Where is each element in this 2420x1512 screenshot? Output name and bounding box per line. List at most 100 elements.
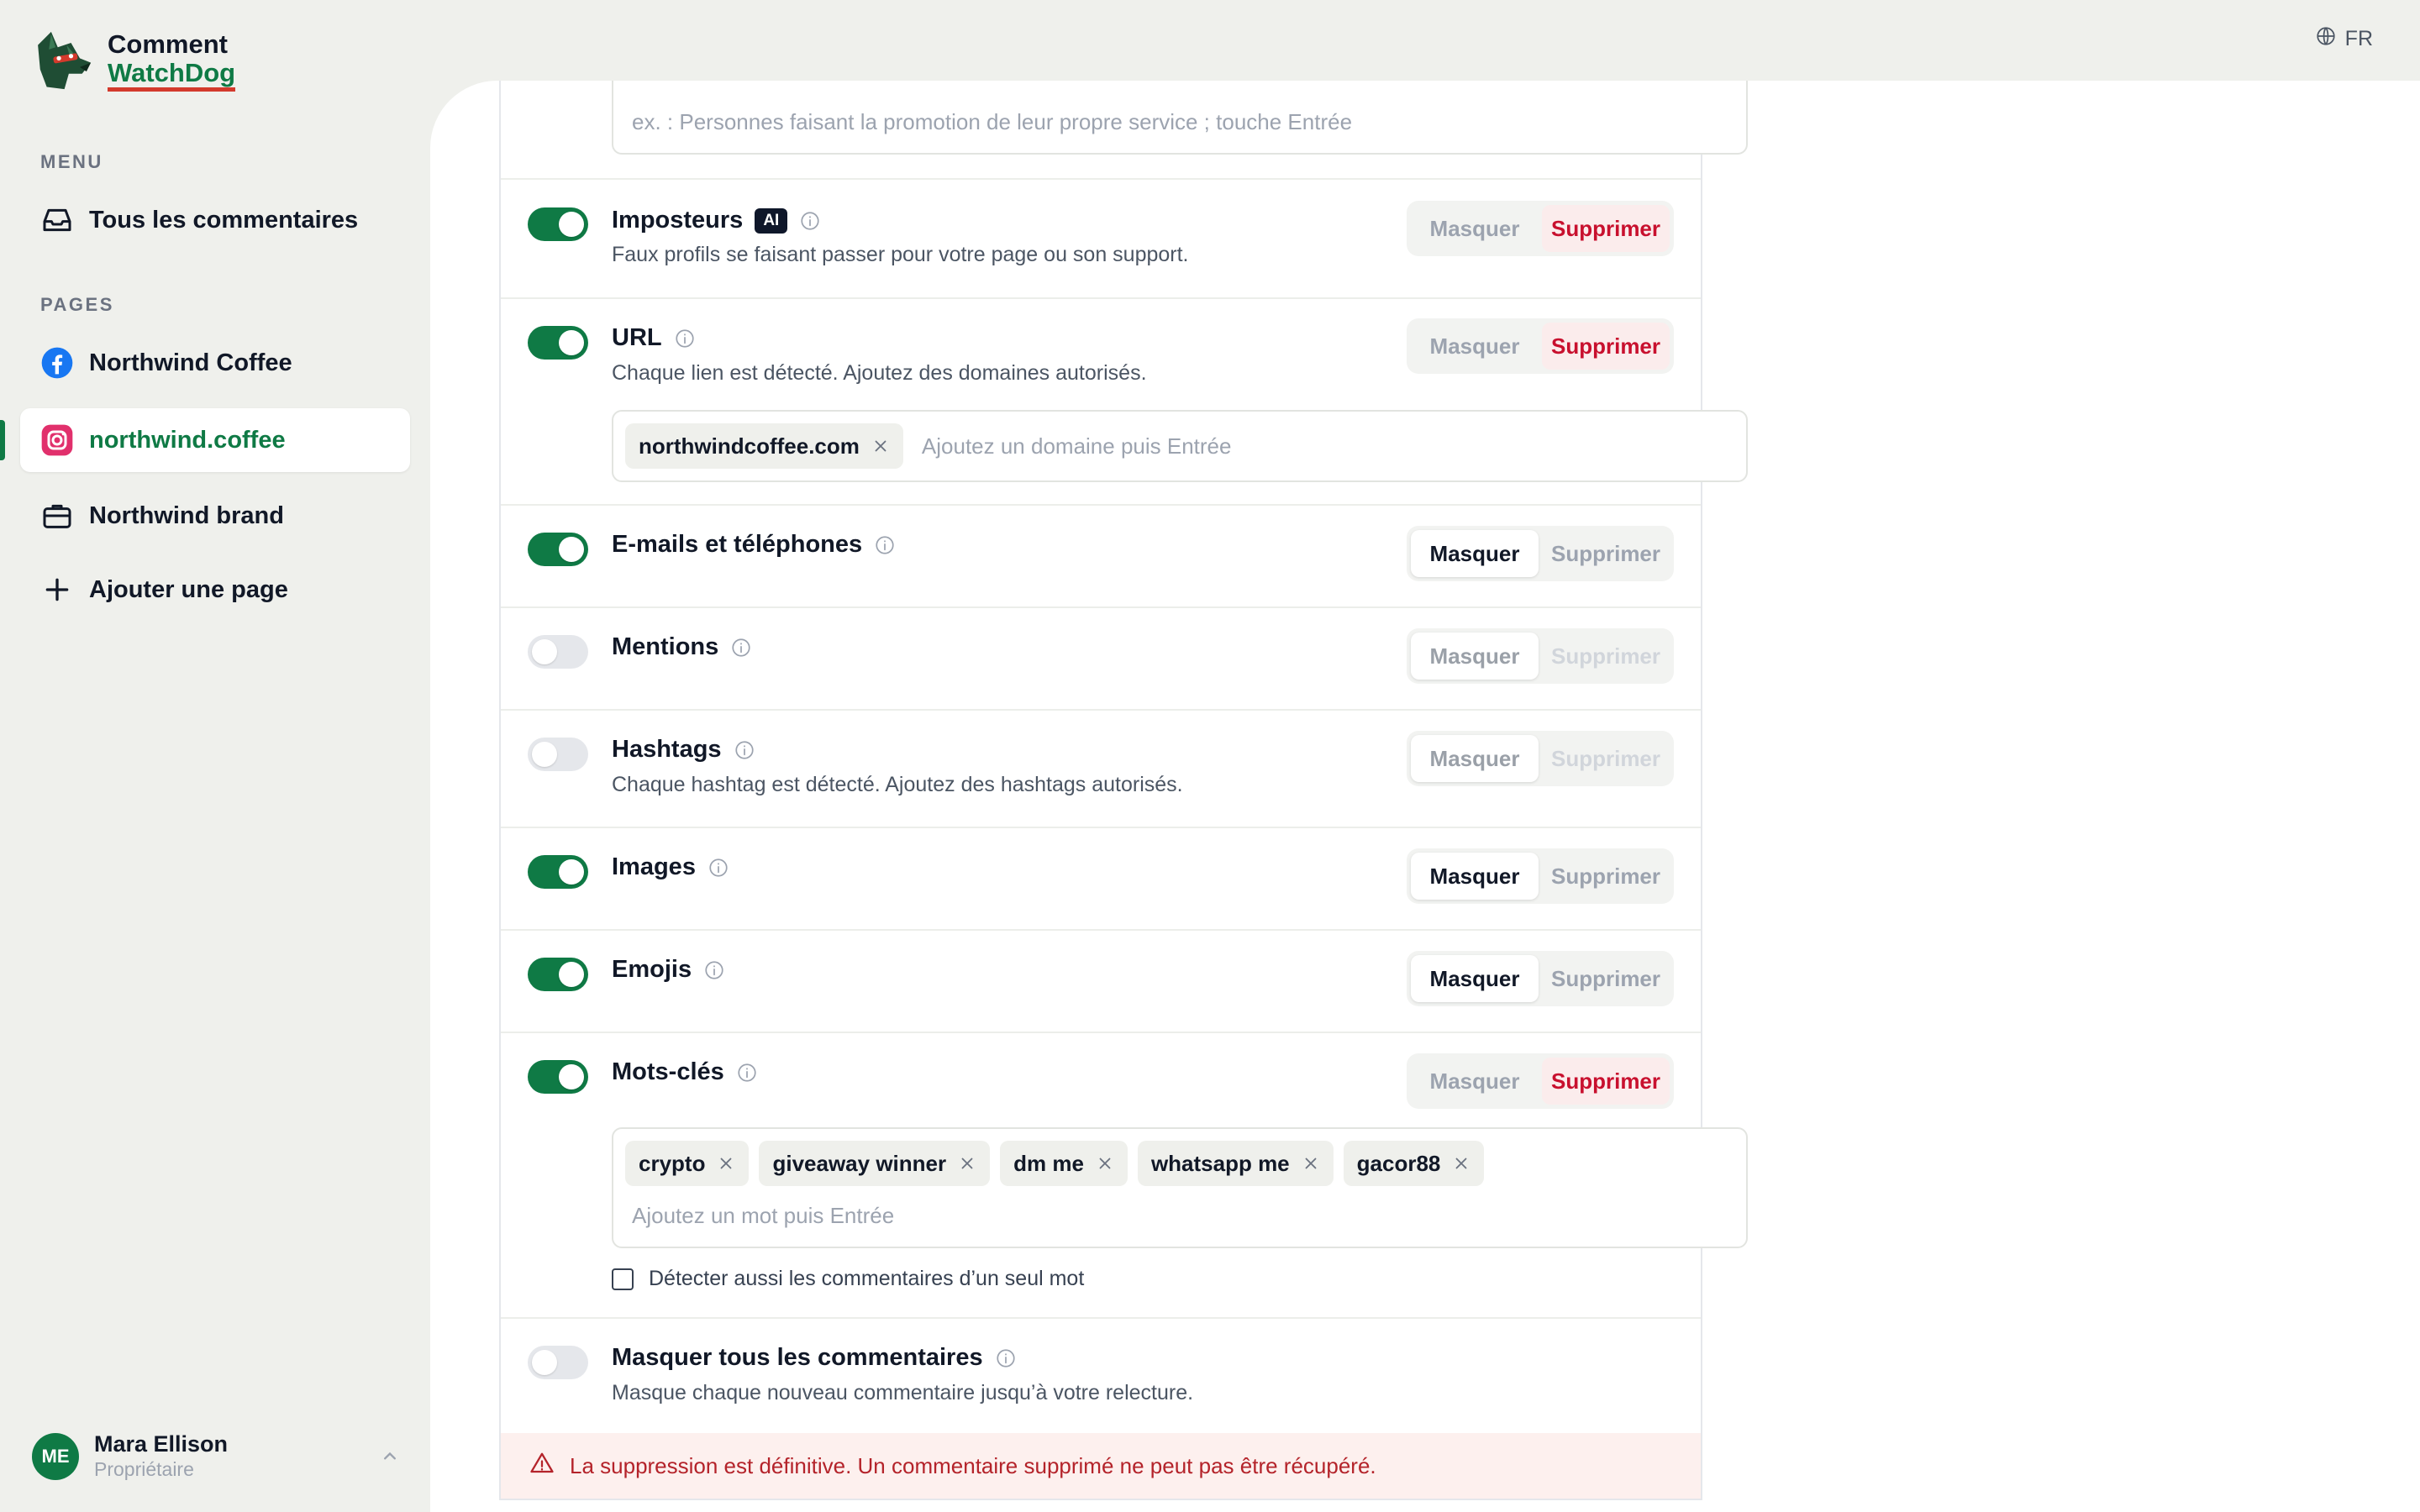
sidebar-item-label: northwind.coffee <box>89 426 286 454</box>
remove-chip-icon[interactable] <box>717 1154 735 1173</box>
divider <box>501 929 1701 931</box>
language-switch[interactable]: FR <box>2315 25 2373 53</box>
keywords-input[interactable]: crypto giveaway winner dm me whatsapp me… <box>612 1127 1748 1248</box>
info-icon[interactable] <box>799 210 821 232</box>
brand-logo[interactable]: Comment WatchDog <box>27 25 236 96</box>
mentions-toggle[interactable] <box>528 635 588 669</box>
briefcase-icon <box>40 499 74 533</box>
info-icon[interactable] <box>703 959 725 981</box>
globe-icon <box>2315 25 2337 53</box>
hide-option[interactable]: Masquer <box>1411 323 1539 370</box>
hide-all-toggle[interactable] <box>528 1346 588 1379</box>
divider <box>501 1032 1701 1033</box>
sidebar-item-northwind-coffee[interactable]: Northwind Coffee <box>20 331 410 395</box>
divider <box>501 504 1701 506</box>
chip-label: northwindcoffee.com <box>639 433 860 459</box>
pages-section-label: PAGES <box>40 294 114 315</box>
hashtags-description: Chaque hashtag est détecté. Ajoutez des … <box>612 773 1183 796</box>
chip-label: giveaway winner <box>772 1150 947 1176</box>
hide-option[interactable]: Masquer <box>1411 1058 1539 1105</box>
emails-toggle[interactable] <box>528 533 588 566</box>
emails-action-switch[interactable]: Masquer Supprimer <box>1407 526 1674 581</box>
sidebar-item-all-comments[interactable]: Tous les commentaires <box>20 188 410 252</box>
keywords-title-group: Mots-clés <box>612 1058 758 1086</box>
info-icon[interactable] <box>736 1062 758 1084</box>
remove-chip-icon[interactable] <box>1302 1154 1320 1173</box>
info-icon[interactable] <box>674 328 696 349</box>
remove-chip-icon[interactable] <box>1096 1154 1114 1173</box>
url-action-switch[interactable]: Masquer Supprimer <box>1407 318 1674 374</box>
keywords-action-switch[interactable]: Masquer Supprimer <box>1407 1053 1674 1109</box>
brand-name-line1: Comment <box>108 29 228 59</box>
delete-warning-banner: La suppression est définitive. Un commen… <box>501 1433 1701 1499</box>
hide-all-title: Masquer tous les commentaires <box>612 1344 983 1371</box>
info-icon[interactable] <box>874 534 896 556</box>
remove-chip-icon[interactable] <box>871 437 890 455</box>
impostors-title: Imposteurs <box>612 207 744 234</box>
delete-option[interactable]: Supprimer <box>1542 323 1670 370</box>
add-page-label: Ajouter une page <box>89 575 288 603</box>
active-indicator <box>0 420 5 460</box>
single-word-label: Détecter aussi les commentaires d’un seu… <box>649 1267 1085 1290</box>
brand-name-line2: WatchDog <box>108 58 236 92</box>
user-menu[interactable]: ME Mara Ellison Propriétaire <box>32 1431 402 1482</box>
emojis-title-group: Emojis <box>612 956 725 984</box>
delete-option[interactable]: Supprimer <box>1542 955 1670 1002</box>
hide-option[interactable]: Masquer <box>1411 530 1539 577</box>
images-action-switch[interactable]: Masquer Supprimer <box>1407 848 1674 904</box>
mentions-title: Mentions <box>612 633 719 660</box>
keyword-chips: crypto giveaway winner dm me whatsapp me… <box>625 1141 1485 1186</box>
delete-option[interactable]: Supprimer <box>1542 853 1670 900</box>
info-icon[interactable] <box>995 1347 1017 1369</box>
watchdog-logo-icon <box>27 25 97 96</box>
sidebar-item-label: Northwind Coffee <box>89 349 292 376</box>
keywords-title: Mots-clés <box>612 1058 724 1085</box>
delete-option[interactable]: Supprimer <box>1542 205 1670 252</box>
hide-option[interactable]: Masquer <box>1411 955 1539 1002</box>
url-title-group: URL <box>612 324 696 352</box>
divider <box>501 297 1701 299</box>
remove-chip-icon[interactable] <box>1452 1154 1470 1173</box>
impostors-title-group: Imposteurs AI <box>612 207 821 234</box>
sidebar-item-label: Tous les commentaires <box>89 206 359 234</box>
impostors-toggle[interactable] <box>528 207 588 241</box>
emojis-toggle[interactable] <box>528 958 588 991</box>
delete-option[interactable]: Supprimer <box>1542 530 1670 577</box>
hashtags-title: Hashtags <box>612 736 722 763</box>
delete-option[interactable]: Supprimer <box>1542 1058 1670 1105</box>
chip-label: gacor88 <box>1356 1150 1441 1176</box>
chip-label: dm me <box>1013 1150 1084 1176</box>
keywords-toggle[interactable] <box>528 1060 588 1094</box>
hide-option[interactable]: Masquer <box>1411 853 1539 900</box>
info-icon[interactable] <box>730 637 752 659</box>
delete-option[interactable]: Supprimer <box>1542 633 1670 680</box>
domain-chip: northwindcoffee.com <box>625 423 903 469</box>
user-name: Mara Ellison <box>94 1431 229 1457</box>
custom-rule-input[interactable]: ex. : Personnes faisant la promotion de … <box>612 81 1748 155</box>
impostors-action-switch[interactable]: Masquer Supprimer <box>1407 201 1674 256</box>
info-icon[interactable] <box>708 857 729 879</box>
sidebar-item-northwind-instagram[interactable]: northwind.coffee <box>20 408 410 472</box>
hide-option[interactable]: Masquer <box>1411 633 1539 680</box>
hashtags-action-switch[interactable]: Masquer Supprimer <box>1407 731 1674 786</box>
images-toggle[interactable] <box>528 855 588 889</box>
url-allowlist-input[interactable]: northwindcoffee.com Ajoutez un domaine p… <box>612 410 1748 482</box>
hide-option[interactable]: Masquer <box>1411 735 1539 782</box>
info-icon[interactable] <box>734 739 755 761</box>
chip-label: whatsapp me <box>1150 1150 1290 1176</box>
sidebar-item-northwind-brand[interactable]: Northwind brand <box>20 484 410 548</box>
chip-label: crypto <box>639 1150 706 1176</box>
hide-option[interactable]: Masquer <box>1411 205 1539 252</box>
mentions-title-group: Mentions <box>612 633 752 661</box>
delete-option[interactable]: Supprimer <box>1542 735 1670 782</box>
add-page-button[interactable]: Ajouter une page <box>20 558 410 622</box>
main-content: ex. : Personnes faisant la promotion de … <box>430 81 2420 1512</box>
remove-chip-icon[interactable] <box>958 1154 976 1173</box>
keywords-input-placeholder: Ajoutez un mot puis Entrée <box>632 1203 895 1228</box>
url-toggle[interactable] <box>528 326 588 360</box>
keyword-chip: whatsapp me <box>1137 1141 1334 1186</box>
single-word-checkbox[interactable] <box>612 1268 634 1290</box>
emojis-action-switch[interactable]: Masquer Supprimer <box>1407 951 1674 1006</box>
mentions-action-switch[interactable]: Masquer Supprimer <box>1407 628 1674 684</box>
hashtags-toggle[interactable] <box>528 738 588 771</box>
